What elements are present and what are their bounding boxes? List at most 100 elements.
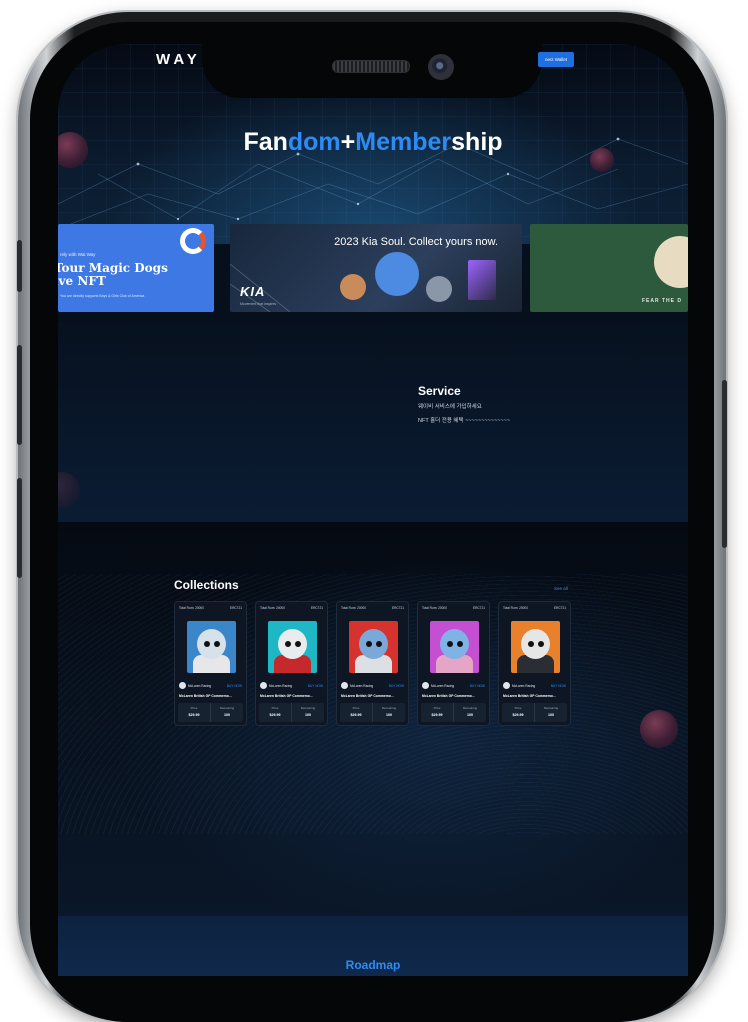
card-standard: ERC721 — [310, 606, 323, 610]
banner-kia[interactable]: 2023 Kia Soul. Collect yours now. KIA Mo… — [230, 224, 522, 312]
price-stat: Price $29.99 — [178, 703, 210, 722]
buy-now-button[interactable]: BUY NOW — [470, 684, 485, 688]
banner-title: Tour Magic Dogs ive NFT — [58, 262, 168, 288]
phone-side-button — [17, 345, 22, 445]
card-total: Total Rum: 20000 — [260, 606, 285, 610]
phone-side-button — [722, 380, 727, 548]
remaining-value: 100 — [548, 713, 554, 717]
verified-icon — [179, 682, 186, 689]
nft-head — [521, 629, 550, 659]
banner-title-line: ive NFT — [58, 274, 106, 288]
price-value: $29.99 — [269, 713, 281, 717]
nft-eye — [376, 641, 382, 647]
nft-eye — [457, 641, 463, 647]
nft-image — [511, 621, 560, 673]
price-label: Price — [433, 706, 441, 710]
card-brand: McLaren Racing — [350, 683, 374, 688]
card-meta: Total Rum: 20000 ERC721 — [503, 606, 566, 610]
card-standard: ERC721 — [229, 606, 242, 610]
banner-magic-dogs[interactable]: rely with Wai Way Tour Magic Dogs ive NF… — [58, 224, 214, 312]
phone-side-button — [17, 240, 22, 292]
brand-logo[interactable]: WAY — [156, 51, 201, 68]
card-brand: McLaren Racing — [188, 683, 212, 688]
buy-now-button[interactable]: BUY NOW — [551, 684, 566, 688]
buy-now-button[interactable]: BUY NOW — [308, 684, 323, 688]
service-title: Service — [418, 384, 461, 398]
collection-card[interactable]: Total Rum: 20000 ERC721 McLaren Racing BUY … — [336, 601, 409, 726]
remaining-stat: Remaining 100 — [453, 703, 486, 722]
card-title: McLaren British GP Commemo... — [260, 694, 313, 698]
nft-head — [359, 629, 388, 659]
card-brand-row: McLaren Racing BUY NOW — [503, 682, 566, 689]
card-title: McLaren British GP Commemo... — [422, 694, 475, 698]
phone-side-button — [17, 478, 22, 578]
collections-title: Collections — [174, 578, 239, 592]
remaining-stat: Remaining 100 — [291, 703, 324, 722]
price-label: Price — [271, 706, 279, 710]
roadmap-title: Roadmap — [345, 958, 401, 972]
phone-screen: Fandom+Membership rely with Wai Way Tour… — [58, 44, 688, 976]
card-title: McLaren British GP Commemo... — [503, 694, 556, 698]
price-value: $29.99 — [188, 713, 200, 717]
card-stats: Price $29.99 Remaining 100 — [259, 703, 324, 722]
nft-image — [187, 621, 236, 673]
nft-head — [197, 629, 226, 659]
card-stats: Price $29.99 Remaining 100 — [178, 703, 243, 722]
card-brand: McLaren Racing — [269, 683, 293, 688]
buy-now-button[interactable]: BUY NOW — [389, 684, 404, 688]
card-meta: Total Rum: 20000 ERC721 — [260, 606, 323, 610]
card-meta: Total Rum: 20000 ERC721 — [422, 606, 485, 610]
speaker-grille — [332, 60, 410, 73]
price-value: $29.99 — [350, 713, 362, 717]
card-brand-row: McLaren Racing BUY NOW — [341, 682, 404, 689]
collection-card[interactable]: Total Rum: 20000 ERC721 McLaren Racing BUY … — [417, 601, 490, 726]
card-total: Total Rum: 20000 — [341, 606, 366, 610]
buy-now-button[interactable]: BUY NOW — [227, 684, 242, 688]
card-standard: ERC721 — [391, 606, 404, 610]
card-brand: McLaren Racing — [431, 683, 455, 688]
nft-eye — [538, 641, 544, 647]
nft-eye — [295, 641, 301, 647]
nft-eye — [366, 641, 372, 647]
price-stat: Price $29.99 — [259, 703, 291, 722]
nft-eye — [214, 641, 220, 647]
price-label: Price — [514, 706, 522, 710]
banner-headline: 2023 Kia Soul. Collect yours now. — [334, 236, 498, 248]
price-stat: Price $29.99 — [340, 703, 372, 722]
service-section — [58, 322, 688, 522]
character-right — [426, 276, 452, 302]
collection-card[interactable]: Total Rum: 20000 ERC721 McLaren Racing BUY … — [174, 601, 247, 726]
price-label: Price — [190, 706, 198, 710]
nft-head — [278, 629, 307, 659]
brand-logo-icon — [180, 228, 206, 254]
banner-tagline: FEAR THE D — [642, 298, 682, 304]
verified-icon — [422, 682, 429, 689]
kia-logo: KIA — [240, 284, 266, 299]
card-brand-row: McLaren Racing BUY NOW — [422, 682, 485, 689]
see-all-link[interactable]: See all — [554, 586, 568, 591]
card-standard: ERC721 — [472, 606, 485, 610]
phone-notch — [202, 44, 542, 98]
price-stat: Price $29.99 — [421, 703, 453, 722]
verified-icon — [503, 682, 510, 689]
card-brand-row: McLaren Racing BUY NOW — [179, 682, 242, 689]
nft-eye — [528, 641, 534, 647]
remaining-stat: Remaining 100 — [210, 703, 243, 722]
card-stats: Price $29.99 Remaining 100 — [502, 703, 567, 722]
remaining-stat: Remaining 100 — [372, 703, 405, 722]
collection-card[interactable]: Total Rum: 20000 ERC721 McLaren Racing BUY … — [498, 601, 571, 726]
verified-icon — [260, 682, 267, 689]
collection-card[interactable]: Total Rum: 20000 ERC721 McLaren Racing BUY … — [255, 601, 328, 726]
remaining-value: 100 — [224, 713, 230, 717]
remaining-label: Remaining — [381, 706, 397, 710]
nft-image — [349, 621, 398, 673]
card-total: Total Rum: 20000 — [422, 606, 447, 610]
remaining-label: Remaining — [462, 706, 478, 710]
connect-wallet-button[interactable]: nect Wallet — [538, 52, 574, 67]
price-value: $29.99 — [431, 713, 443, 717]
remaining-value: 100 — [305, 713, 311, 717]
banner-bucks[interactable]: FEAR THE D — [530, 224, 688, 312]
banner-footer: You are directly supports Boys & Girls C… — [60, 294, 145, 298]
character-center — [375, 252, 419, 296]
card-title: McLaren British GP Commemo... — [341, 694, 394, 698]
